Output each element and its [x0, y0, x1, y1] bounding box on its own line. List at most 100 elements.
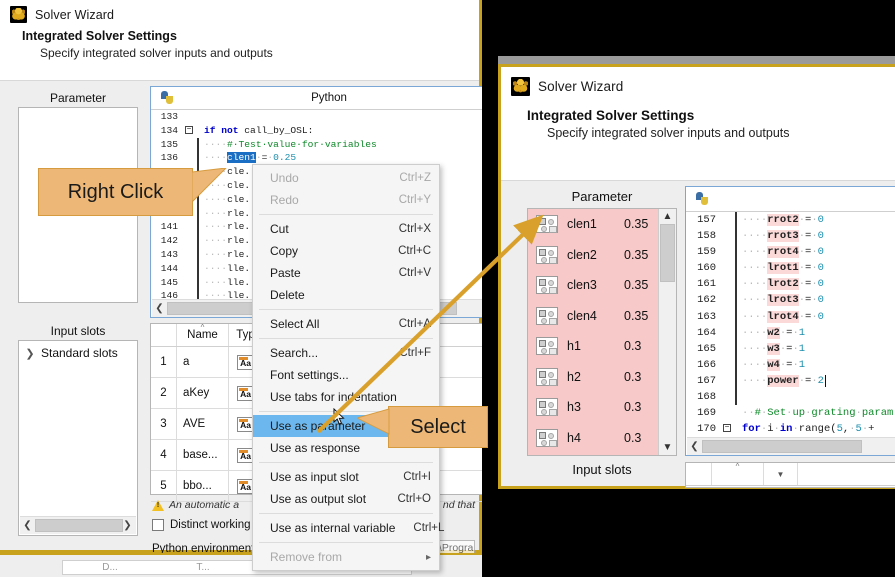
fold-gutter[interactable] — [183, 248, 195, 262]
code-line[interactable]: 167 ····power·=·2 — [686, 372, 895, 390]
code-line[interactable]: 169 ··#·Set·up·grating·param — [686, 405, 895, 422]
fold-toggle-icon[interactable]: − — [723, 424, 731, 433]
code-line[interactable]: 165 ····w3·=·1 — [686, 340, 895, 357]
scroll-track[interactable] — [659, 224, 676, 440]
fold-gutter[interactable] — [721, 244, 733, 260]
code-line[interactable]: 164 ····w2·=·1 — [686, 324, 895, 341]
fold-gutter[interactable] — [183, 220, 195, 234]
fold-gutter[interactable] — [721, 357, 733, 373]
fold-gutter[interactable] — [721, 373, 733, 389]
scroll-left-icon[interactable]: ❮ — [20, 520, 35, 531]
fold-gutter[interactable] — [721, 405, 733, 421]
code-line[interactable]: 161 ····lrot2·=·0 — [686, 276, 895, 293]
parameter-row[interactable]: clen1 0.35 — [528, 209, 676, 240]
cell-name[interactable]: a — [177, 347, 229, 377]
distinct-working-checkbox[interactable] — [152, 519, 164, 531]
scroll-right-icon[interactable]: ❯ — [120, 520, 135, 531]
chevron-right-icon[interactable]: ❯ — [25, 347, 35, 360]
right-code-lines[interactable]: 157 ····rrot2·=·0 158 ····rrot3·=·0 159 ····r… — [686, 212, 895, 438]
scroll-left-icon[interactable]: ❮ — [687, 441, 702, 452]
cell-name[interactable]: aKey — [177, 378, 229, 408]
code-line[interactable]: 159 ····rrot4·=·0 — [686, 244, 895, 261]
fold-gutter[interactable] — [721, 228, 733, 244]
tree-item-standard-slots[interactable]: ❯ Standard slots — [19, 341, 137, 360]
hscroll-thumb[interactable] — [702, 440, 862, 453]
parameter-row[interactable]: clen2 0.35 — [528, 240, 676, 271]
fold-gutter[interactable] — [183, 234, 195, 248]
right-parameter-list[interactable]: clen1 0.35 clen2 0.35 clen3 0.35 clen4 0.35 h1 0.… — [527, 208, 677, 456]
code-line[interactable]: 157 ····rrot2·=·0 — [686, 212, 895, 229]
code-text: ····lrot1·=·0 — [742, 262, 824, 275]
filter-icon[interactable]: ▼ — [777, 470, 785, 479]
cell-name[interactable]: bbo... — [177, 471, 229, 501]
fold-gutter[interactable] — [721, 276, 733, 292]
fold-toggle-icon[interactable]: − — [185, 126, 193, 135]
code-line[interactable]: 158 ····rrot3·=·0 — [686, 228, 895, 245]
column-header-index[interactable] — [151, 324, 177, 346]
fold-gutter[interactable] — [721, 260, 733, 276]
parameter-row[interactable]: h3 0.3 — [528, 392, 676, 423]
fold-gutter[interactable] — [183, 262, 195, 276]
scroll-left-icon[interactable]: ❮ — [152, 303, 167, 314]
parameter-row[interactable]: h2 0.3 — [528, 362, 676, 393]
fold-gutter[interactable] — [183, 151, 195, 165]
scroll-thumb[interactable] — [660, 224, 675, 282]
menu-item-use-as-input-slot[interactable]: Use as input slot Ctrl+I — [253, 466, 439, 488]
right-column-header-type[interactable]: ▼ — [764, 463, 798, 485]
right-editor-hscrollbar[interactable]: ❮ — [687, 437, 895, 455]
code-line[interactable]: 134− if not call_by_OSL: — [151, 123, 484, 138]
column-header-name[interactable]: ^ Name — [177, 323, 229, 346]
line-number: 169 — [686, 405, 721, 422]
code-line[interactable]: 170− for·i·in·range(5,·5·+ — [686, 421, 895, 438]
fold-gutter[interactable] — [183, 276, 195, 290]
code-line[interactable]: 160 ····lrot1·=·0 — [686, 260, 895, 277]
menu-item-use-tabs-for-indentation[interactable]: Use tabs for indentation — [253, 386, 439, 408]
parameter-row[interactable]: clen3 0.35 — [528, 270, 676, 301]
parameter-row[interactable]: h4 0.3 — [528, 423, 676, 454]
parameter-row[interactable]: clen4 0.35 — [528, 301, 676, 332]
right-column-header-value[interactable] — [798, 463, 895, 485]
code-line[interactable]: 163 ····lrot4·=·0 — [686, 308, 895, 325]
cell-name[interactable]: base... — [177, 440, 229, 470]
code-line[interactable]: 162 ····lrot3·=·0 — [686, 292, 895, 309]
code-line[interactable]: 166 ····w4·=·1 — [686, 356, 895, 373]
menu-item-use-as-output-slot[interactable]: Use as output slot Ctrl+O — [253, 488, 439, 510]
menu-item-select-all[interactable]: Select All Ctrl+A — [253, 313, 439, 335]
menu-item-delete[interactable]: Delete — [253, 284, 439, 306]
fold-gutter[interactable] — [721, 212, 733, 228]
scroll-down-icon[interactable]: ▼ — [663, 440, 673, 455]
left-input-slots-tree[interactable]: ❯ Standard slots ❮ ❯ — [18, 340, 138, 536]
parameter-list-scrollbar[interactable]: ▲ ▼ — [658, 209, 676, 455]
editor-context-menu[interactable]: Undo Ctrl+Z Redo Ctrl+Y Cut Ctrl+X Copy Ctrl+C P… — [252, 164, 444, 571]
code-line[interactable]: 133 — [151, 110, 484, 124]
fold-gutter[interactable]: − — [183, 124, 195, 138]
left-tree-hscrollbar[interactable]: ❮ ❯ — [20, 516, 136, 534]
right-code-editor[interactable]: 157 ····rrot2·=·0 158 ····rrot3·=·0 159 ····r… — [685, 186, 895, 456]
menu-item-copy[interactable]: Copy Ctrl+C — [253, 240, 439, 262]
code-line[interactable]: 135 ····#·Test·value·for·variables — [151, 137, 484, 152]
menu-item-search[interactable]: Search... Ctrl+F — [253, 342, 439, 364]
fold-gutter[interactable] — [721, 309, 733, 325]
fold-gutter[interactable] — [721, 292, 733, 308]
menu-item-paste[interactable]: Paste Ctrl+V — [253, 262, 439, 284]
cell-name[interactable]: AVE — [177, 409, 229, 439]
fold-gutter[interactable] — [721, 325, 733, 341]
menu-item-cut[interactable]: Cut Ctrl+X — [253, 218, 439, 240]
right-column-header-index[interactable] — [686, 463, 712, 485]
fold-gutter[interactable] — [183, 110, 195, 124]
solver-wizard-icon — [511, 77, 530, 96]
right-column-header-name[interactable]: ^ — [712, 462, 764, 485]
menu-item-font-settings[interactable]: Font settings... — [253, 364, 439, 386]
right-slots-table-header[interactable]: ^ ▼ — [685, 462, 895, 488]
fold-gutter[interactable] — [721, 341, 733, 357]
parameter-value: 0.35 — [624, 217, 649, 232]
fold-gutter[interactable] — [721, 389, 733, 405]
code-line[interactable]: 168 — [686, 389, 895, 406]
scroll-up-icon[interactable]: ▲ — [663, 209, 673, 224]
fold-gutter[interactable]: − — [721, 421, 733, 437]
fold-gutter[interactable] — [183, 138, 195, 152]
left-distinct-working-row[interactable]: Distinct working — [152, 519, 251, 531]
parameter-row[interactable]: h1 0.3 — [528, 331, 676, 362]
hscroll-thumb[interactable] — [35, 519, 123, 532]
menu-item-use-as-internal-variable[interactable]: Use as internal variable Ctrl+L — [253, 517, 444, 539]
